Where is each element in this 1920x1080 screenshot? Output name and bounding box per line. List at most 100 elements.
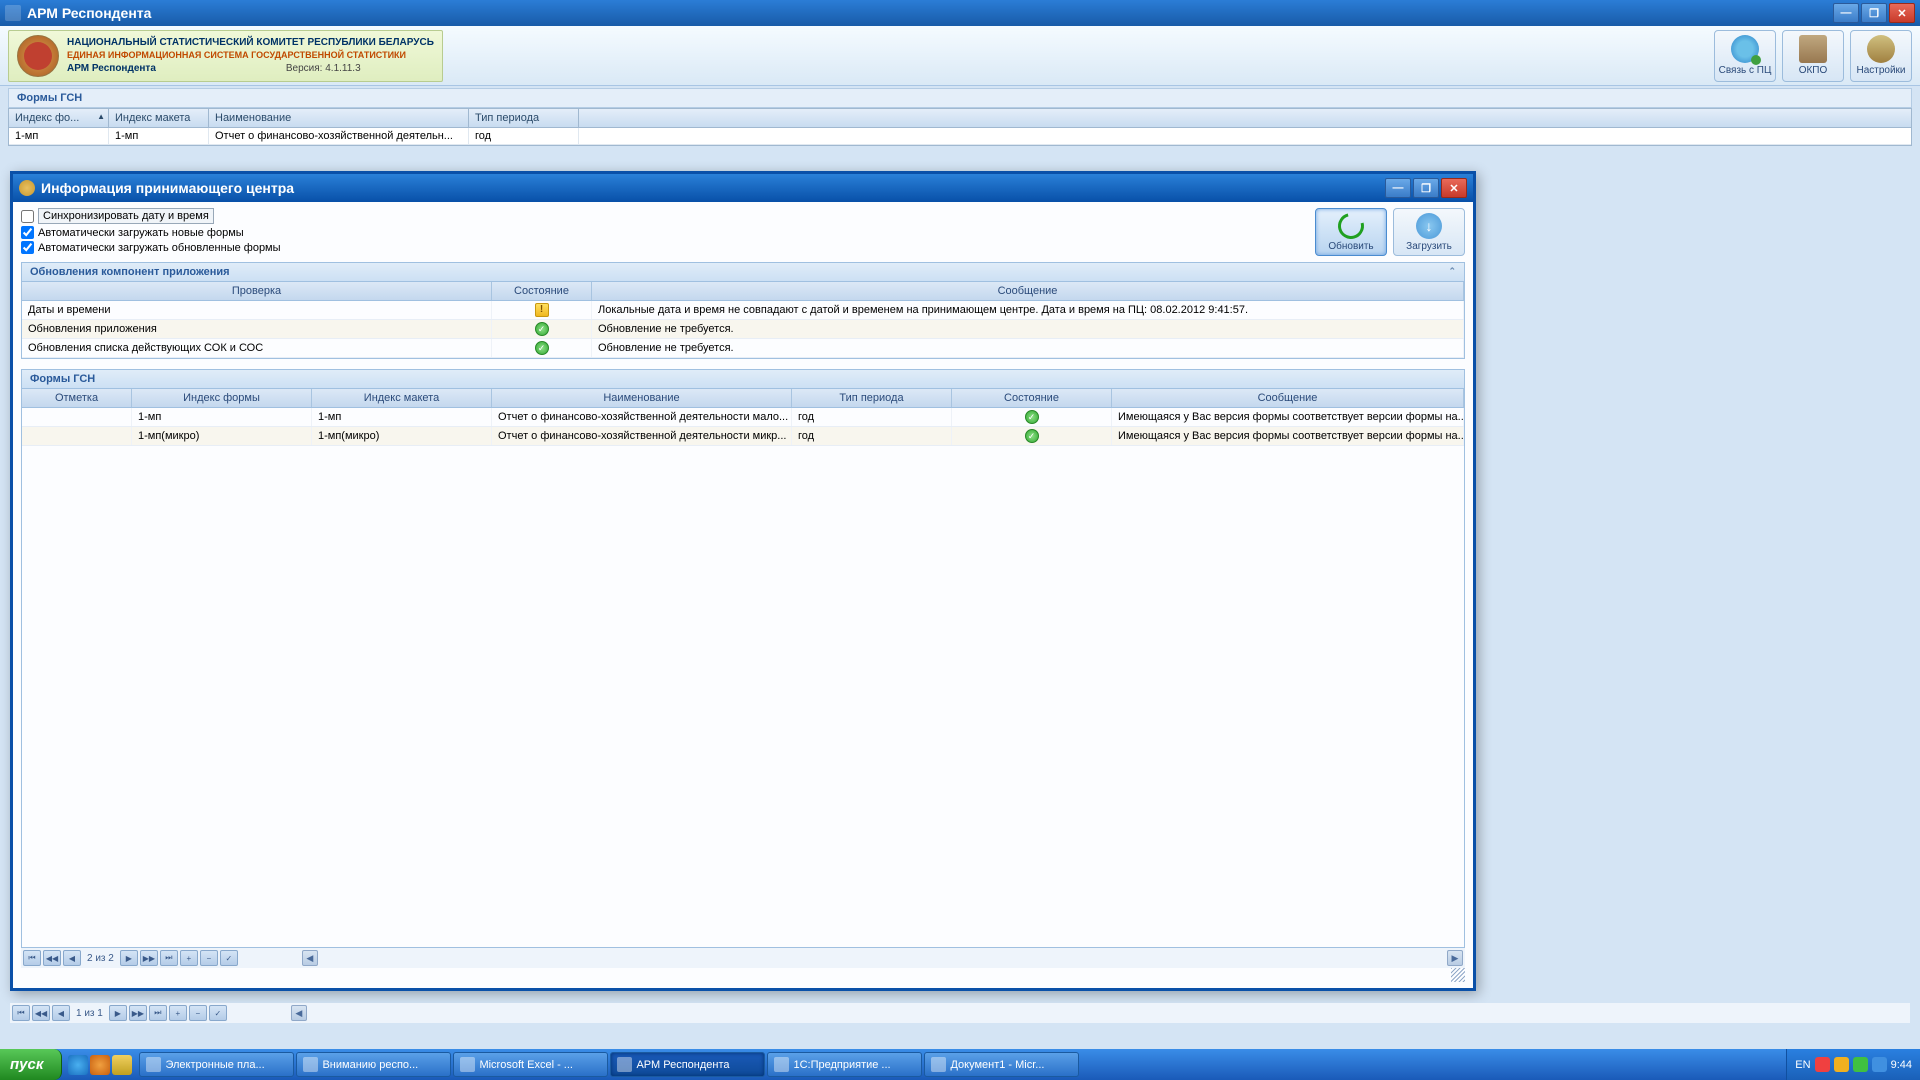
taskbar-item[interactable]: Электронные пла... (139, 1052, 294, 1077)
grid-row[interactable]: 1-мп 1-мп Отчет о финансово-хозяйственно… (9, 128, 1911, 145)
task-icon (931, 1057, 946, 1072)
update-row[interactable]: Даты и времени Локальные дата и время не… (22, 301, 1464, 320)
okpo-button[interactable]: ОКПО (1782, 30, 1844, 82)
nav-prev-button[interactable]: ◀ (63, 950, 81, 966)
nav-prevpage-button[interactable]: ◀◀ (43, 950, 61, 966)
col-form-index[interactable]: Индекс формы (132, 389, 312, 407)
status-warn-icon (535, 303, 549, 317)
autoload-upd-label: Автоматически загружать обновленные форм… (38, 242, 281, 254)
resize-grip[interactable] (1451, 968, 1465, 982)
lang-indicator[interactable]: EN (1795, 1059, 1810, 1071)
taskbar-item[interactable]: Вниманию респо... (296, 1052, 451, 1077)
nav-add-button[interactable]: + (169, 1005, 187, 1021)
settings-button[interactable]: Настройки (1850, 30, 1912, 82)
col-check[interactable]: Проверка (22, 282, 492, 300)
main-forms-grid: Индекс фо...▲ Индекс макета Наименование… (8, 108, 1912, 146)
forms-grid: Отметка Индекс формы Индекс макета Наиме… (21, 389, 1465, 948)
form-row[interactable]: 1-мп 1-мп Отчет о финансово-хозяйственно… (22, 408, 1464, 427)
nav-next-button[interactable]: ▶ (109, 1005, 127, 1021)
nav-save-button[interactable]: ✓ (220, 950, 238, 966)
nav-prevpage-button[interactable]: ◀◀ (32, 1005, 50, 1021)
tray-icon[interactable] (1872, 1057, 1887, 1072)
col-index-form[interactable]: Индекс фо...▲ (9, 109, 109, 127)
task-icon (460, 1057, 475, 1072)
tray-icon[interactable] (1834, 1057, 1849, 1072)
globe-icon (1731, 35, 1759, 63)
col-name[interactable]: Наименование (209, 109, 469, 127)
nav-position: 1 из 1 (72, 1008, 107, 1019)
nav-first-button[interactable]: ⏮ (23, 950, 41, 966)
updates-grid: Проверка Состояние Сообщение Даты и врем… (21, 282, 1465, 359)
refresh-icon (1333, 208, 1369, 244)
collapse-icon[interactable]: ⌃ (1448, 266, 1456, 278)
dialog-close-button[interactable]: ✕ (1441, 178, 1467, 198)
taskbar: пуск Электронные пла...Вниманию респо...… (0, 1049, 1920, 1080)
clock[interactable]: 9:44 (1891, 1059, 1912, 1071)
start-button[interactable]: пуск (0, 1049, 62, 1080)
main-navigator: ⏮ ◀◀ ◀ 1 из 1 ▶ ▶▶ ⏭ + − ✓ ◀ (10, 1003, 1910, 1023)
ql-firefox-icon[interactable] (90, 1055, 110, 1075)
task-icon (774, 1057, 789, 1072)
col-message[interactable]: Сообщение (592, 282, 1464, 300)
dialog-titlebar[interactable]: Информация принимающего центра — ❐ ✕ (13, 174, 1473, 202)
col-state[interactable]: Состояние (492, 282, 592, 300)
scroll-left-button[interactable]: ◀ (302, 950, 318, 966)
nav-del-button[interactable]: − (200, 950, 218, 966)
maximize-button[interactable]: ❐ (1861, 3, 1887, 23)
col-period-type[interactable]: Тип периода (792, 389, 952, 407)
col-period[interactable]: Тип периода (469, 109, 579, 127)
update-row[interactable]: Обновления приложения Обновление не треб… (22, 320, 1464, 339)
taskbar-item[interactable]: Документ1 - Micr... (924, 1052, 1079, 1077)
form-row[interactable]: 1-мп(микро) 1-мп(микро) Отчет о финансов… (22, 427, 1464, 446)
status-ok-icon (535, 322, 549, 336)
nav-nextpage-button[interactable]: ▶▶ (129, 1005, 147, 1021)
tray-icon[interactable] (1815, 1057, 1830, 1072)
update-row[interactable]: Обновления списка действующих СОК и СОС … (22, 339, 1464, 358)
taskbar-item[interactable]: АРМ Респондента (610, 1052, 765, 1077)
col-state[interactable]: Состояние (952, 389, 1112, 407)
refresh-button[interactable]: Обновить (1315, 208, 1387, 256)
dialog-title: Информация принимающего центра (41, 180, 1383, 196)
info-dialog: Информация принимающего центра — ❐ ✕ Син… (10, 171, 1476, 991)
col-name[interactable]: Наименование (492, 389, 792, 407)
col-message[interactable]: Сообщение (1112, 389, 1464, 407)
nav-last-button[interactable]: ⏭ (149, 1005, 167, 1021)
col-index-maket[interactable]: Индекс макета (109, 109, 209, 127)
nav-nextpage-button[interactable]: ▶▶ (140, 950, 158, 966)
dialog-maximize-button[interactable]: ❐ (1413, 178, 1439, 198)
nav-prev-button[interactable]: ◀ (52, 1005, 70, 1021)
status-ok-icon (1025, 429, 1039, 443)
link-button[interactable]: Связь с ПЦ (1714, 30, 1776, 82)
nav-del-button[interactable]: − (189, 1005, 207, 1021)
minimize-button[interactable]: — (1833, 3, 1859, 23)
emblem-icon (17, 35, 59, 77)
banner-line1: НАЦИОНАЛЬНЫЙ СТАТИСТИЧЕСКИЙ КОМИТЕТ РЕСП… (67, 36, 434, 49)
dialog-minimize-button[interactable]: — (1385, 178, 1411, 198)
tray-icon[interactable] (1853, 1057, 1868, 1072)
forms-section-header: Формы ГСН (8, 88, 1912, 108)
sync-checkbox[interactable] (21, 210, 34, 223)
nav-add-button[interactable]: + (180, 950, 198, 966)
scroll-left-button[interactable]: ◀ (291, 1005, 307, 1021)
scroll-right-button[interactable]: ▶ (1447, 950, 1463, 966)
close-button[interactable]: ✕ (1889, 3, 1915, 23)
sync-datetime-button[interactable]: Синхронизировать дату и время (38, 208, 214, 224)
autoload-new-checkbox[interactable] (21, 226, 34, 239)
task-icon (146, 1057, 161, 1072)
autoload-upd-checkbox[interactable] (21, 241, 34, 254)
task-icon (303, 1057, 318, 1072)
version-label: Версия: 4.1.11.3 (286, 62, 361, 75)
nav-last-button[interactable]: ⏭ (160, 950, 178, 966)
app-banner: НАЦИОНАЛЬНЫЙ СТАТИСТИЧЕСКИЙ КОМИТЕТ РЕСП… (0, 26, 1920, 86)
sort-icon: ▲ (97, 112, 105, 121)
nav-next-button[interactable]: ▶ (120, 950, 138, 966)
nav-save-button[interactable]: ✓ (209, 1005, 227, 1021)
col-mark[interactable]: Отметка (22, 389, 132, 407)
ql-folder-icon[interactable] (112, 1055, 132, 1075)
nav-first-button[interactable]: ⏮ (12, 1005, 30, 1021)
col-maket-index[interactable]: Индекс макета (312, 389, 492, 407)
taskbar-item[interactable]: Microsoft Excel - ... (453, 1052, 608, 1077)
taskbar-item[interactable]: 1С:Предприятие ... (767, 1052, 922, 1077)
ql-ie-icon[interactable] (68, 1055, 88, 1075)
download-button[interactable]: Загрузить (1393, 208, 1465, 256)
